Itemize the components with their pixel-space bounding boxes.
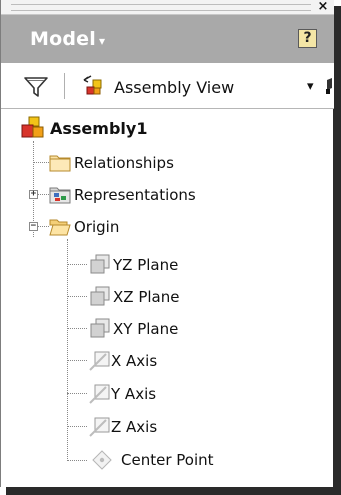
filter-icon[interactable] bbox=[23, 75, 49, 99]
toolbar-separator bbox=[64, 73, 65, 99]
tree-line bbox=[67, 360, 87, 361]
tree-node-label: Y Axis bbox=[111, 385, 157, 403]
panel-grip-bar[interactable]: × bbox=[1, 0, 334, 15]
tree-node-yz-plane[interactable]: YZ Plane bbox=[89, 253, 289, 277]
tree-line bbox=[67, 328, 87, 329]
tree-node-center-point[interactable]: Center Point bbox=[91, 448, 291, 472]
chevron-down-icon[interactable]: ▾ bbox=[307, 79, 314, 94]
work-axis-icon bbox=[89, 384, 110, 404]
tree-node-origin[interactable]: Origin bbox=[49, 215, 289, 239]
folder-open-icon bbox=[49, 219, 71, 236]
representations-icon bbox=[49, 187, 71, 204]
folder-closed-icon bbox=[49, 155, 71, 172]
work-axis-icon bbox=[89, 351, 110, 371]
tree-node-label: Origin bbox=[74, 218, 120, 236]
panel-title-menu[interactable]: Model ▾ bbox=[30, 28, 105, 50]
panel-header: Model ▾ ? bbox=[1, 15, 334, 63]
work-plane-icon bbox=[90, 286, 110, 306]
assembly-icon bbox=[21, 116, 44, 138]
tree-node-label: XY Plane bbox=[113, 320, 179, 338]
tree-line bbox=[67, 264, 87, 265]
work-axis-icon bbox=[89, 417, 110, 437]
panel-title: Model bbox=[30, 28, 96, 50]
tree-line bbox=[67, 296, 87, 297]
window-shadow-right bbox=[333, 6, 341, 495]
assembly-view-icon bbox=[81, 73, 107, 99]
tree-node-label: XZ Plane bbox=[113, 288, 180, 306]
tree-node-label: Z Axis bbox=[111, 418, 158, 436]
help-button[interactable]: ? bbox=[298, 29, 317, 48]
work-point-icon bbox=[92, 450, 112, 470]
tree-line bbox=[67, 239, 68, 461]
tree-node-label: Representations bbox=[74, 186, 196, 204]
tree-line bbox=[67, 460, 87, 461]
browser-toolbar: Assembly View ▾ bbox=[1, 63, 334, 109]
close-button[interactable]: × bbox=[315, 0, 331, 15]
tree-line bbox=[67, 393, 87, 394]
collapse-button[interactable]: − bbox=[29, 222, 38, 231]
tree-node-label: YZ Plane bbox=[113, 256, 179, 274]
chevron-down-icon: ▾ bbox=[98, 34, 106, 48]
tree-line bbox=[33, 162, 49, 163]
tree-line bbox=[67, 426, 87, 427]
tree-line bbox=[37, 194, 49, 195]
tree-node-label: Relationships bbox=[74, 154, 174, 172]
tree-line bbox=[37, 226, 49, 227]
browser-window: × Model ▾ ? Assembly View ▾ Assembly1 Re… bbox=[0, 0, 341, 495]
expand-button[interactable]: + bbox=[29, 190, 38, 199]
tree-node-z-axis[interactable]: Z Axis bbox=[89, 415, 289, 439]
tree-node-xy-plane[interactable]: XY Plane bbox=[89, 317, 289, 341]
work-plane-icon bbox=[90, 318, 110, 338]
tree-node-label: X Axis bbox=[111, 352, 158, 370]
tree-node-xz-plane[interactable]: XZ Plane bbox=[89, 285, 289, 309]
tree-node-relationships[interactable]: Relationships bbox=[49, 151, 289, 175]
model-tree: Assembly1 Relationships + Representation… bbox=[1, 109, 334, 487]
drag-grip[interactable] bbox=[11, 4, 311, 11]
model-browser-panel: × Model ▾ ? Assembly View ▾ Assembly1 Re… bbox=[0, 0, 334, 487]
window-shadow-bottom bbox=[6, 487, 341, 495]
tree-node-x-axis[interactable]: X Axis bbox=[89, 349, 289, 373]
assembly-view-selector[interactable]: Assembly View bbox=[114, 78, 234, 97]
tree-node-label: Center Point bbox=[121, 451, 214, 469]
tree-node-assembly1[interactable]: Assembly1 bbox=[21, 116, 261, 140]
toolbar-overflow-icon[interactable] bbox=[323, 76, 333, 96]
tree-node-label: Assembly1 bbox=[50, 119, 148, 138]
tree-node-y-axis[interactable]: Y Axis bbox=[89, 382, 289, 406]
tree-node-representations[interactable]: Representations bbox=[49, 183, 309, 207]
work-plane-icon bbox=[90, 254, 110, 274]
